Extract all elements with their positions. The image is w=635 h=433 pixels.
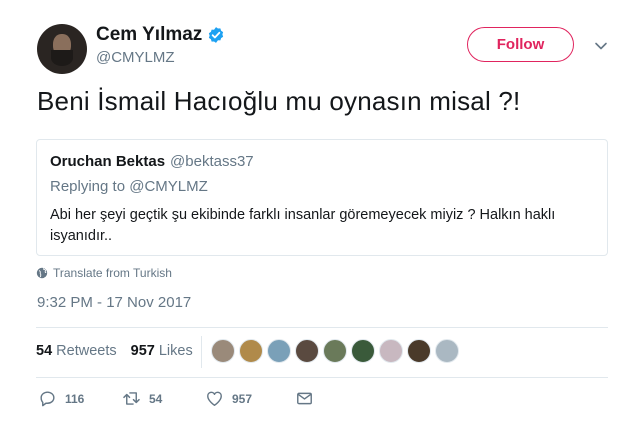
liker-avatar[interactable] (211, 339, 235, 363)
quoted-tweet[interactable]: Oruchan Bektas @bektass37 Replying to @C… (36, 139, 608, 256)
divider-bottom (36, 377, 608, 378)
author-display-name[interactable]: Cem Yılmaz (96, 24, 202, 46)
quoted-author-name: Oruchan Bektas (50, 153, 166, 170)
avatar-beard (51, 50, 73, 66)
liker-avatar[interactable] (239, 339, 263, 363)
envelope-icon (297, 392, 312, 405)
globe-icon (36, 267, 48, 279)
stats-separator (201, 336, 202, 368)
liker-avatar[interactable] (435, 339, 459, 363)
retweets-label: Retweets (56, 343, 117, 359)
tweet-card: Cem Yılmaz @CMYLMZ Follow Beni İsmail Ha… (0, 0, 635, 433)
direct-message-button[interactable] (295, 389, 314, 408)
quoted-tweet-text: Abi her şeyi geçtik şu ekibinde farklı i… (50, 207, 556, 244)
replying-handle-link[interactable]: @CMYLMZ (129, 178, 208, 195)
like-count: 957 (232, 391, 253, 406)
liker-avatar[interactable] (407, 339, 431, 363)
liker-avatar[interactable] (295, 339, 319, 363)
tweet-actions: 116 54 957 (38, 389, 314, 408)
verified-badge-icon (209, 27, 224, 43)
follow-button[interactable]: Follow (467, 27, 574, 62)
reply-icon (40, 391, 55, 407)
translate-label: Translate from Turkish (53, 266, 172, 280)
liker-avatar[interactable] (267, 339, 291, 363)
author-name-row: Cem Yılmaz (96, 24, 225, 46)
quoted-author-handle: @bektass37 (170, 153, 254, 170)
likes-count: 957 (130, 343, 155, 359)
retweet-button[interactable]: 54 (122, 389, 205, 408)
chevron-down-icon[interactable] (594, 39, 608, 53)
liker-avatar[interactable] (323, 339, 347, 363)
likes-stat[interactable]: 957 Likes (131, 343, 193, 359)
author-handle[interactable]: @CMYLMZ (96, 49, 175, 66)
divider-top (36, 327, 608, 328)
translate-link[interactable]: Translate from Turkish (36, 266, 172, 280)
quoted-author-row: Oruchan Bektas @bektass37 (50, 153, 254, 170)
like-button[interactable]: 957 (205, 389, 295, 408)
reply-count: 116 (65, 391, 85, 406)
tweet-timestamp[interactable]: 9:32 PM - 17 Nov 2017 (37, 294, 191, 311)
liker-avatar[interactable] (379, 339, 403, 363)
quoted-replying-to: Replying to @CMYLMZ (50, 178, 208, 195)
retweets-count: 54 (36, 343, 53, 359)
author-avatar[interactable] (37, 24, 87, 74)
retweets-stat[interactable]: 54 Retweets (36, 343, 117, 359)
replying-prefix: Replying to (50, 178, 126, 195)
heart-icon (207, 391, 222, 406)
retweet-count: 54 (149, 391, 163, 406)
tweet-text: Beni İsmail Hacıoğlu mu oynasın misal ?! (37, 86, 521, 116)
likes-label: Likes (158, 343, 193, 359)
liker-avatar[interactable] (351, 339, 375, 363)
retweet-icon (123, 392, 140, 405)
reply-button[interactable]: 116 (38, 389, 122, 408)
engagement-stats: 54 Retweets 957 Likes (36, 343, 193, 359)
liker-avatars (211, 339, 459, 363)
